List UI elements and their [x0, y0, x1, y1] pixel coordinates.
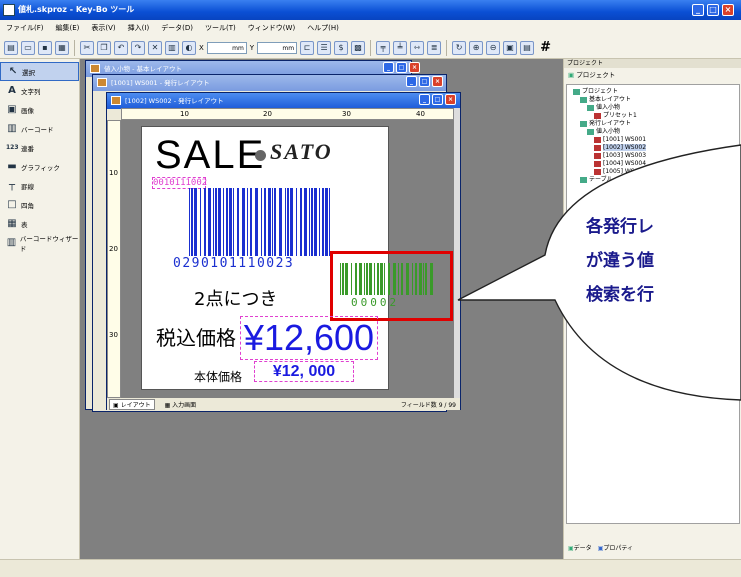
callout-text: 各発行レ が違う値 検索を行 [586, 210, 741, 312]
callout-line: が違う値 [586, 251, 654, 271]
callout-line: 各発行レ [586, 217, 654, 237]
callout-line: 検索を行 [586, 285, 654, 305]
